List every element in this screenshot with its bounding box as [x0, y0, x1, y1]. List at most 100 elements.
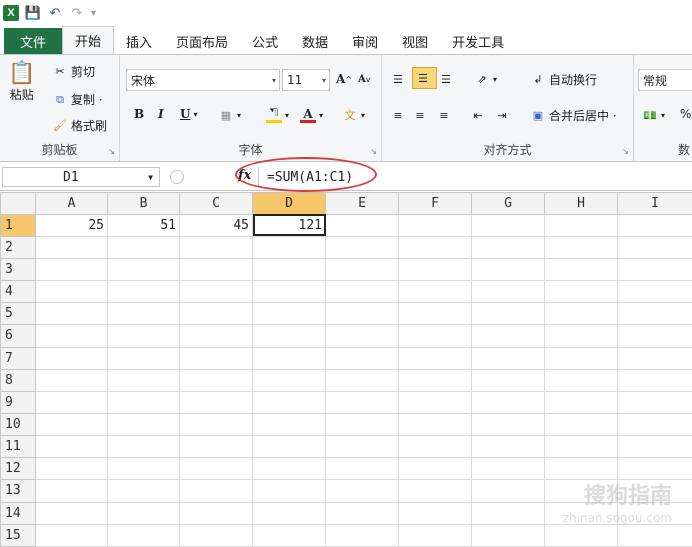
- cell[interactable]: [471, 368, 545, 392]
- cell[interactable]: [325, 457, 399, 481]
- cell[interactable]: [471, 280, 545, 304]
- cell[interactable]: [617, 346, 692, 370]
- cell[interactable]: [179, 501, 253, 525]
- column-header-f[interactable]: F: [398, 192, 472, 215]
- tab-developer[interactable]: 开发工具: [440, 28, 516, 54]
- cell[interactable]: [544, 257, 618, 282]
- cell[interactable]: [325, 368, 399, 392]
- cell[interactable]: [252, 280, 326, 304]
- cell[interactable]: [325, 479, 399, 503]
- cell[interactable]: [35, 457, 108, 481]
- row-header[interactable]: 6: [0, 324, 36, 348]
- cell[interactable]: [179, 346, 253, 370]
- cell[interactable]: [252, 257, 326, 282]
- cell[interactable]: [398, 346, 472, 370]
- column-header-i[interactable]: I: [617, 192, 692, 215]
- row-header[interactable]: 12: [0, 457, 36, 481]
- cell[interactable]: [617, 523, 692, 547]
- tab-review[interactable]: 审阅: [340, 28, 390, 54]
- cell[interactable]: [179, 302, 253, 326]
- cell[interactable]: [398, 390, 472, 414]
- cell[interactable]: [325, 390, 399, 414]
- align-top-button[interactable]: ☰: [390, 71, 409, 87]
- font-name-combo[interactable]: 宋体 ▾: [126, 69, 280, 91]
- cell[interactable]: [617, 457, 692, 481]
- column-header-b[interactable]: B: [107, 192, 180, 215]
- customize-qa-icon[interactable]: ▾: [91, 8, 96, 19]
- tab-page-layout[interactable]: 页面布局: [164, 28, 240, 54]
- cell[interactable]: [544, 346, 618, 370]
- cell[interactable]: [398, 280, 472, 304]
- column-header-d[interactable]: D: [252, 192, 326, 215]
- merge-center-button[interactable]: ▣ 合并后居中 ·: [530, 107, 617, 124]
- cell[interactable]: [252, 523, 326, 547]
- cell[interactable]: [252, 346, 326, 370]
- underline-button[interactable]: U ▾: [180, 107, 197, 121]
- cell[interactable]: [35, 479, 108, 503]
- border-button[interactable]: ▦ ▾: [218, 107, 241, 123]
- cell[interactable]: [471, 213, 545, 237]
- tab-view[interactable]: 视图: [390, 28, 440, 54]
- cell[interactable]: [35, 390, 108, 414]
- cell[interactable]: [107, 346, 180, 370]
- save-icon[interactable]: 💾: [25, 5, 41, 21]
- cell[interactable]: [544, 235, 618, 259]
- font-size-combo[interactable]: 11 ▾: [282, 69, 330, 91]
- cell[interactable]: [179, 235, 253, 259]
- row-header[interactable]: 1: [0, 213, 36, 237]
- cell[interactable]: [544, 412, 618, 437]
- select-all-corner[interactable]: [0, 192, 36, 215]
- cell[interactable]: [252, 324, 326, 348]
- cell[interactable]: [35, 324, 108, 348]
- number-format-combo[interactable]: 常规: [638, 69, 692, 91]
- cell[interactable]: [617, 368, 692, 392]
- column-header-h[interactable]: H: [544, 192, 618, 215]
- cell[interactable]: [325, 280, 399, 304]
- cell-d1[interactable]: 121: [252, 213, 326, 237]
- cell[interactable]: [398, 479, 472, 503]
- cell[interactable]: [107, 457, 180, 481]
- cell[interactable]: [617, 257, 692, 282]
- row-header[interactable]: 7: [0, 346, 36, 370]
- cell[interactable]: [471, 257, 545, 282]
- formula-cancel-icon[interactable]: [170, 170, 184, 184]
- phonetic-button[interactable]: 文 ▾: [342, 107, 366, 123]
- undo-icon[interactable]: ↶: [47, 5, 63, 21]
- cell-b1[interactable]: 51: [107, 213, 180, 237]
- cell[interactable]: [107, 523, 180, 547]
- cell[interactable]: [252, 302, 326, 326]
- cell[interactable]: [107, 280, 180, 304]
- cell[interactable]: [325, 346, 399, 370]
- cell[interactable]: [179, 435, 253, 459]
- cell[interactable]: [471, 435, 545, 459]
- cell[interactable]: [35, 257, 108, 282]
- align-left-button[interactable]: ≡: [390, 107, 409, 123]
- cell[interactable]: [179, 523, 253, 547]
- cell[interactable]: [471, 302, 545, 326]
- cell[interactable]: [107, 324, 180, 348]
- cell[interactable]: [398, 324, 472, 348]
- row-header[interactable]: 15: [0, 523, 36, 547]
- cell[interactable]: [179, 412, 253, 437]
- grow-font-button[interactable]: A ^: [336, 72, 352, 86]
- cell[interactable]: [471, 390, 545, 414]
- cell[interactable]: [179, 457, 253, 481]
- bold-button[interactable]: B: [134, 107, 144, 121]
- cell[interactable]: [35, 501, 108, 525]
- cell[interactable]: [398, 435, 472, 459]
- cell[interactable]: [544, 435, 618, 459]
- name-box[interactable]: D1 ▼: [2, 167, 160, 187]
- cell[interactable]: [35, 523, 108, 547]
- cell[interactable]: [179, 390, 253, 414]
- orientation-button[interactable]: ⇗ ▾: [474, 71, 497, 87]
- cell[interactable]: [325, 257, 399, 282]
- cell[interactable]: [325, 501, 399, 525]
- percent-button[interactable]: %: [680, 107, 691, 121]
- cell[interactable]: [107, 479, 180, 503]
- tab-formulas[interactable]: 公式: [240, 28, 290, 54]
- cell[interactable]: [107, 257, 180, 282]
- font-launcher-icon[interactable]: ↘: [370, 147, 377, 156]
- row-header[interactable]: 3: [0, 257, 36, 282]
- cell-c1[interactable]: 45: [179, 213, 253, 237]
- row-header[interactable]: 13: [0, 479, 36, 503]
